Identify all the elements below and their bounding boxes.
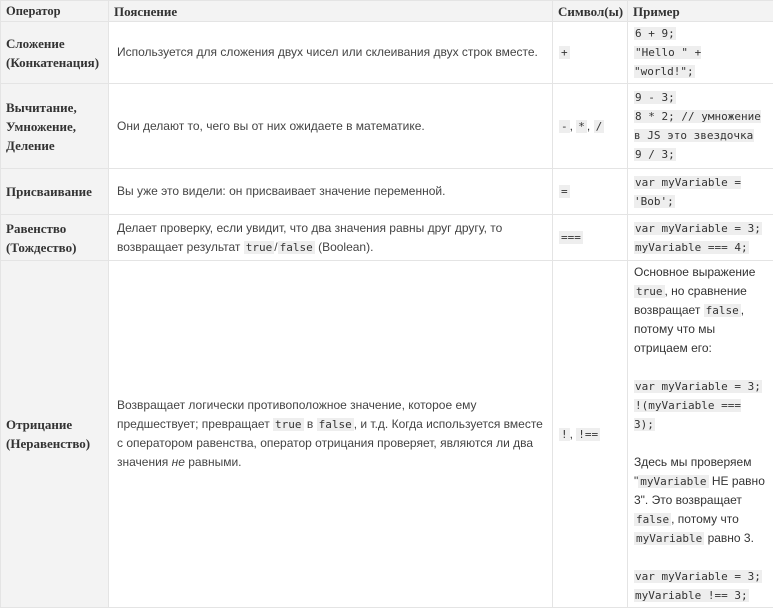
table-row: Отрицание (Неравенство) Возвращает логич… [1,261,773,608]
operator-name: Сложение (Конкатенация) [1,22,109,84]
operators-table: Оператор Пояснение Символ(ы) Пример Слож… [0,0,773,608]
inline-code: false [278,241,315,254]
symbol-code: !== [576,428,600,441]
example-code-line: myVariable !== 3; [634,589,749,602]
operator-description: Используется для сложения двух чисел или… [109,22,553,84]
operator-example: var myVariable = 'Bob'; [628,169,773,215]
example-code-line: var myVariable = 3; [634,570,762,583]
inline-code: false [634,513,671,526]
example-code-line: var myVariable = 3; [634,222,762,235]
operator-name: Присваивание [1,169,109,215]
inline-code: false [704,304,741,317]
inline-code: myVariable [634,532,704,545]
example-code-line: myVariable === 4; [634,241,749,254]
header-operator: Оператор [1,1,109,22]
example-code-line: var myVariable = 'Bob'; [634,176,741,208]
operator-description: Вы уже это видели: он присваивает значен… [109,169,553,215]
example-code-block: var myVariable = 3; !(myVariable === 3); [634,377,768,434]
example-paragraph: Здесь мы проверяем "myVariable НЕ равно … [634,453,768,548]
emphasis-text: не [172,455,185,469]
table-header-row: Оператор Пояснение Символ(ы) Пример [1,1,773,22]
inline-code: true [244,241,275,254]
operator-symbols: === [553,215,628,261]
symbol-code: / [594,120,605,133]
example-text: , потому что [671,512,739,526]
header-example: Пример [628,1,773,22]
description-text: в [304,417,317,431]
symbol-code: + [559,46,570,59]
operator-name: Отрицание (Неравенство) [1,261,109,608]
operator-example: var myVariable = 3; myVariable === 4; [628,215,773,261]
operator-name: Вычитание, Умножение, Деление [1,84,109,169]
description-text: равными. [185,455,242,469]
inline-code: myVariable [638,475,708,488]
operator-name: Равенство (Тождество) [1,215,109,261]
operator-name-line: Умножение, [6,119,76,134]
inline-code: true [273,418,304,431]
example-code-line: !(myVariable === 3); [634,399,741,431]
example-code-line: 9 - 3; [634,91,676,104]
operator-symbols: = [553,169,628,215]
symbol-code: === [559,231,583,244]
example-code-line: "Hello " + "world!"; [634,46,701,78]
symbol-separator: , [587,119,594,133]
operator-symbols: + [553,22,628,84]
operator-name-line: Вычитание, [6,100,77,115]
example-code-block: var myVariable = 3; myVariable !== 3; [634,567,768,605]
header-explanation: Пояснение [109,1,553,22]
symbol-code: * [576,120,587,133]
example-code-line: var myVariable = 3; [634,380,762,393]
symbol-code: = [559,185,570,198]
operator-symbols: -, *, / [553,84,628,169]
operator-description: Они делают то, чего вы от них ожидаете в… [109,84,553,169]
operator-description: Делает проверку, если увидит, что два зн… [109,215,553,261]
operator-example: Основное выражение true, но сравнение во… [628,261,773,608]
table-row: Равенство (Тождество) Делает проверку, е… [1,215,773,261]
example-text: равно 3. [704,531,754,545]
inline-code: false [317,418,354,431]
operator-example: 9 - 3; 8 * 2; // умножение в JS это звез… [628,84,773,169]
example-code-line: 8 * 2; // умножение в JS это звездочка [634,110,761,142]
symbol-code: - [559,120,570,133]
operator-name-line: Деление [6,138,55,153]
table-row: Присваивание Вы уже это видели: он присв… [1,169,773,215]
table-row: Вычитание, Умножение, Деление Они делают… [1,84,773,169]
table-row: Сложение (Конкатенация) Используется для… [1,22,773,84]
description-text: (Boolean). [315,240,374,254]
operator-symbols: !, !== [553,261,628,608]
symbol-code: ! [559,428,570,441]
example-code-line: 6 + 9; [634,27,676,40]
example-code-line: 9 / 3; [634,148,676,161]
inline-code: true [634,285,665,298]
operator-example: 6 + 9; "Hello " + "world!"; [628,22,773,84]
header-symbols: Символ(ы) [553,1,628,22]
example-paragraph: Основное выражение true, но сравнение во… [634,263,768,358]
operator-description: Возвращает логически противоположное зна… [109,261,553,608]
example-text: Основное выражение [634,265,755,279]
